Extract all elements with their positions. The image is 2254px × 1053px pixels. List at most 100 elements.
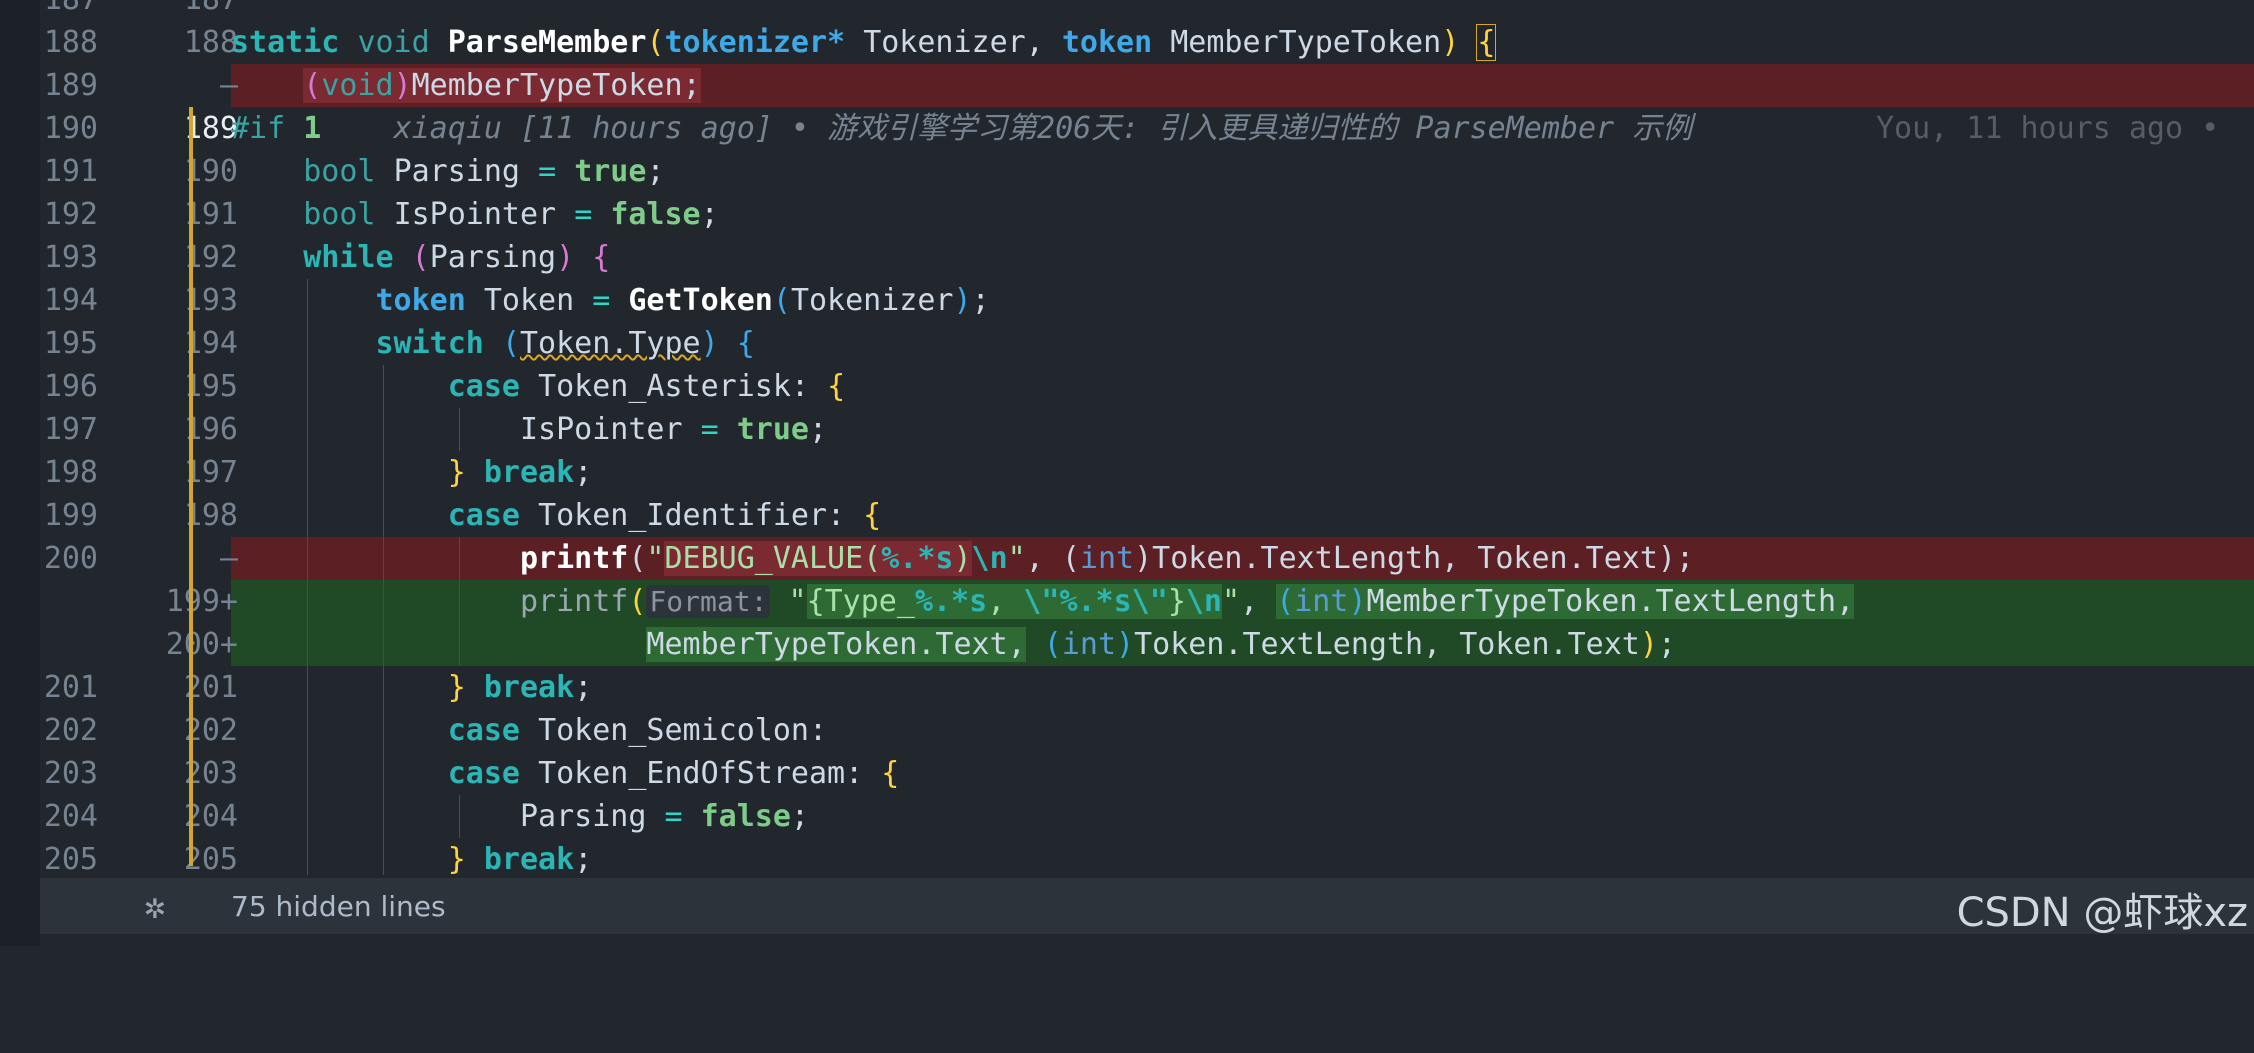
code-text: case Token_Identifier: {	[447, 498, 882, 533]
code-line[interactable]: 201 201 } break;	[40, 666, 2254, 709]
code-text: bool IsPointer = false;	[303, 197, 719, 232]
escape-sequence: \"	[1023, 584, 1060, 619]
new-line-number: 187	[118, 0, 238, 21]
identifier: Parsing	[519, 799, 647, 834]
code-line[interactable]: 195 194 switch (Token.Type) {	[40, 322, 2254, 365]
string-literal: ,	[987, 584, 1024, 619]
new-line-number: 192	[183, 240, 238, 275]
old-line-number: 187	[40, 0, 98, 21]
type-name: int	[1079, 541, 1135, 576]
code-line[interactable]: 193 192 while (Parsing) {	[40, 236, 2254, 279]
function-name: printf	[519, 584, 629, 619]
new-line-number: 193	[183, 283, 238, 318]
identifier: MemberTypeToken	[411, 68, 683, 103]
keyword: while	[303, 240, 394, 275]
keyword: break	[483, 670, 575, 705]
hidden-lines-bar[interactable]: ✲ 75 hidden lines	[40, 878, 2254, 934]
code-line[interactable]: 205 205 } break;	[40, 838, 2254, 881]
string-literal: }	[1167, 584, 1186, 619]
blame-change-bar	[189, 107, 193, 150]
code-text: (void)MemberTypeToken;	[303, 68, 701, 103]
code-line[interactable]: 199 198 case Token_Identifier: {	[40, 494, 2254, 537]
old-line-number: 199	[43, 498, 98, 533]
identifier: MemberTypeToken	[1170, 25, 1442, 60]
new-line-number: 201	[183, 670, 238, 705]
code-line[interactable]: 204 204 Parsing = false;	[40, 795, 2254, 838]
code-text: } break;	[447, 842, 593, 877]
code-text: } break;	[447, 455, 593, 490]
code-line[interactable]: 190 189 #if 1 xiaqiu [11 hours ago] • 游戏…	[40, 107, 2254, 150]
hidden-lines-label[interactable]: 75 hidden lines	[231, 890, 446, 923]
code-text: printf(Format: "{Type_%.*s, \"%.*s\"}\n"…	[519, 584, 1855, 619]
code-line[interactable]: 192 191 bool IsPointer = false;	[40, 193, 2254, 236]
code-text: static void ParseMember(tokenizer* Token…	[231, 24, 1497, 61]
format-specifier: %.*s	[1059, 584, 1132, 619]
old-line-number: 200	[43, 541, 98, 576]
old-line-number: 202	[43, 713, 98, 748]
code-line[interactable]: 194 193 token Token = GetToken(Tokenizer…	[40, 279, 2254, 322]
format-specifier: %.*s	[881, 541, 954, 576]
string-literal: {Type_	[806, 584, 915, 619]
keyword: bool	[303, 197, 376, 232]
function-name: ParseMember	[447, 25, 647, 60]
new-line-number: 188	[183, 25, 238, 60]
keyword: case	[447, 756, 520, 791]
format-specifier: %.*s	[914, 584, 988, 619]
escape-sequence: \"	[1131, 584, 1168, 619]
identifier: MemberTypeToken.Text	[646, 627, 1008, 662]
identifier-warning[interactable]: Token.Type	[520, 326, 701, 361]
identifier: Token	[483, 283, 575, 318]
code-line[interactable]: 187 187	[40, 0, 2254, 21]
escape-sequence: \n	[971, 541, 1008, 576]
keyword: void	[321, 68, 394, 103]
keyword: void	[357, 25, 430, 60]
keyword: switch	[375, 326, 484, 361]
identifier: Token_EndOfStream	[538, 756, 846, 791]
code-line[interactable]: 197 196 IsPointer = true;	[40, 408, 2254, 451]
old-line-number: 205	[43, 842, 98, 877]
number-literal: 1	[303, 111, 322, 146]
code-line-added[interactable]: 199+ printf(Format: "{Type_%.*s, \"%.*s\…	[40, 580, 2254, 623]
identifier: Token.TextLength	[1134, 627, 1424, 662]
code-line[interactable]: 198 197 } break;	[40, 451, 2254, 494]
identifier: IsPointer	[393, 197, 557, 232]
old-line-number: 197	[43, 412, 98, 447]
code-line[interactable]: 188 188 static void ParseMember(tokenize…	[40, 21, 2254, 64]
new-line-number: 200+	[165, 627, 238, 662]
old-line-number: 191	[43, 154, 98, 189]
blame-annotation[interactable]: You, 11 hours ago •	[1876, 107, 2219, 150]
code-text: printf("DEBUG_VALUE(%.*s)\n", (int)Token…	[519, 541, 1695, 576]
new-line-number: 198	[183, 498, 238, 533]
code-line-removed[interactable]: 200 — printf("DEBUG_VALUE(%.*s)\n", (int…	[40, 537, 2254, 580]
type-name: int	[1061, 627, 1117, 662]
identifier: Token.Text	[1459, 627, 1640, 662]
new-line-number: 199+	[165, 584, 238, 619]
function-name: GetToken	[628, 283, 773, 318]
code-text: token Token = GetToken(Tokenizer);	[375, 283, 990, 318]
code-editor[interactable]: 187 187 188 188 static void ParseMember(…	[0, 0, 2254, 946]
old-line-number: 203	[43, 756, 98, 791]
new-line-number: 194	[183, 326, 238, 361]
identifier: Token_Semicolon	[538, 713, 809, 748]
keyword: break	[483, 455, 575, 490]
new-line-number: 197	[183, 455, 238, 490]
code-line[interactable]: 191 190 bool Parsing = true;	[40, 150, 2254, 193]
unfold-icon[interactable]: ✲	[144, 886, 166, 927]
code-line[interactable]: 202 202 case Token_Semicolon:	[40, 709, 2254, 752]
old-line-number: 188	[43, 25, 98, 60]
new-line-number: 191	[183, 197, 238, 232]
new-line-number: 204	[183, 799, 238, 834]
preprocessor-directive: #if	[231, 111, 286, 146]
new-line-number: 203	[183, 756, 238, 791]
identifier: Tokenizer	[863, 25, 1026, 60]
inline-blame[interactable]: xiaqiu [11 hours ago] • 游戏引擎学习第206天: 引入更…	[394, 111, 1693, 146]
old-line-number: 192	[43, 197, 98, 232]
code-line-removed[interactable]: 189 — (void)MemberTypeToken;	[40, 64, 2254, 107]
old-line-number: 198	[43, 455, 98, 490]
code-line[interactable]: 196 195 case Token_Asterisk: {	[40, 365, 2254, 408]
bool-literal: false	[700, 799, 791, 834]
new-line-number: 205	[183, 842, 238, 877]
code-line-added[interactable]: 200+ MemberTypeToken.Text, (int)Token.Te…	[40, 623, 2254, 666]
code-line[interactable]: 203 203 case Token_EndOfStream: {	[40, 752, 2254, 795]
old-line-number	[40, 623, 98, 666]
